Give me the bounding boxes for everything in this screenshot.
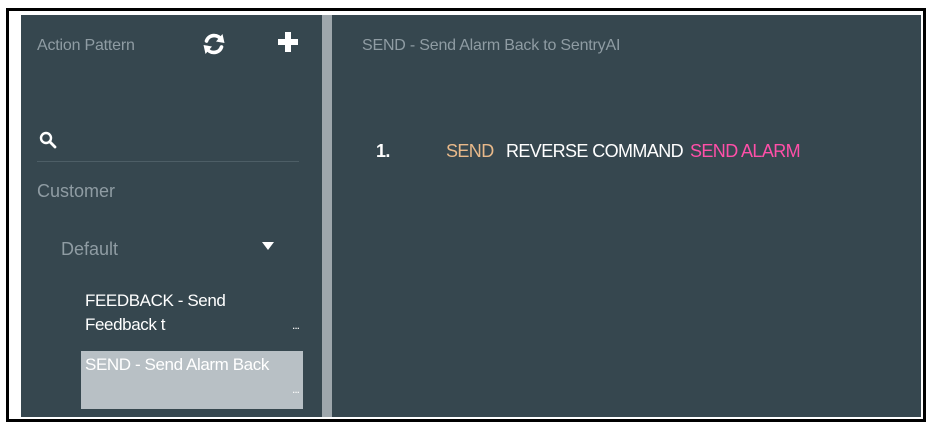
list-item-label: FEEDBACK - Send Feedback t [85, 291, 226, 334]
list-item[interactable]: FEEDBACK - Send Feedback t ... [81, 287, 303, 345]
pattern-detail-panel: SEND - Send Alarm Back to SentryAI 1. SE… [332, 15, 921, 417]
list-item-label: SEND - Send Alarm Back [85, 355, 269, 374]
action-pattern-sidebar: Action Pattern Customer Default FEEDBACK… [21, 15, 322, 417]
customer-label: Customer [37, 181, 116, 201]
step-number: 1. [376, 141, 390, 161]
add-pattern-icon[interactable] [277, 31, 299, 53]
panel-splitter[interactable] [322, 15, 332, 417]
app-window: Action Pattern Customer Default FEEDBACK… [6, 8, 926, 422]
group-label: Default [61, 239, 119, 259]
group-default[interactable]: Default [61, 239, 301, 269]
more-options-icon[interactable]: ... [292, 377, 300, 401]
pattern-title: SEND - Send Alarm Back to SentryAI [362, 37, 621, 54]
refresh-icon[interactable] [201, 31, 227, 57]
sidebar-title: Action Pattern [37, 37, 135, 54]
step-alarm-token: SEND ALARM [690, 141, 801, 161]
search-icon [39, 131, 57, 149]
caret-down-icon[interactable] [261, 241, 275, 251]
more-options-icon[interactable]: ... [292, 313, 300, 337]
search-input[interactable] [67, 127, 296, 157]
list-item-selected[interactable]: SEND - Send Alarm Back ... [81, 351, 303, 409]
step-command-token: REVERSE COMMAND [506, 141, 684, 161]
step-action-token: SEND [446, 141, 494, 161]
search-bar [37, 125, 299, 162]
